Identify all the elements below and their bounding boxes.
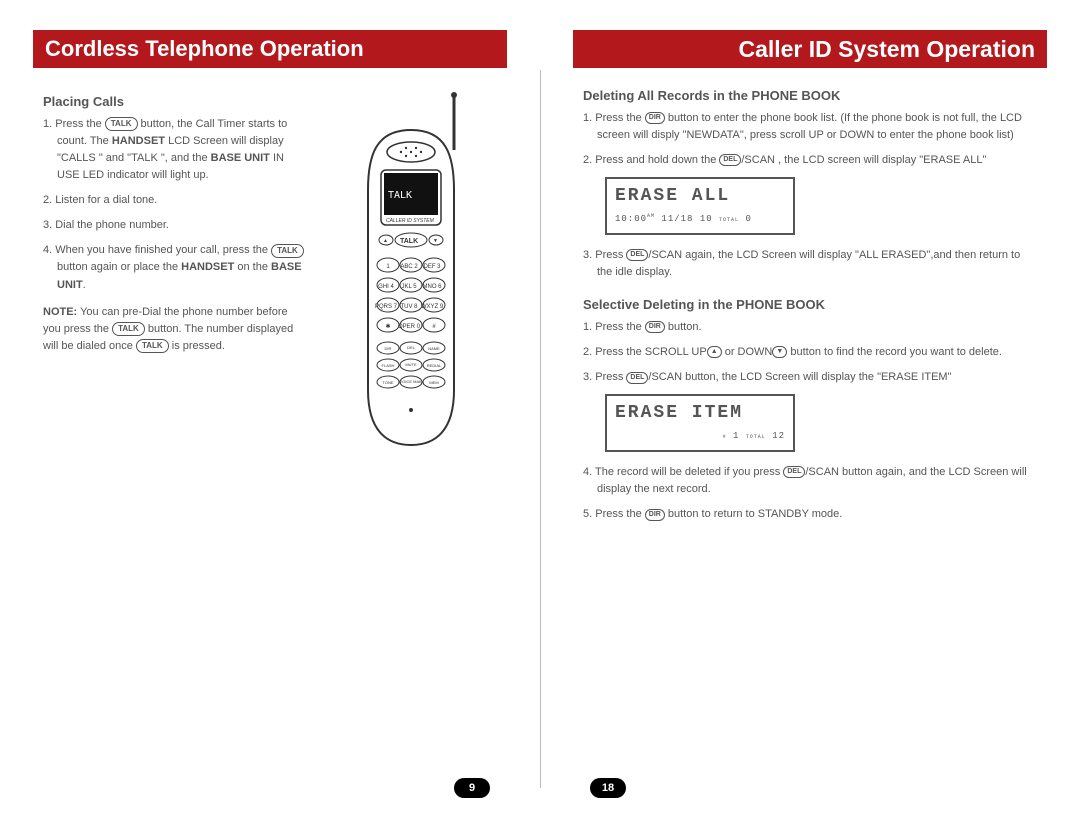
lcd1-line1: ERASE ALL — [615, 183, 785, 211]
sec1-step3: 3. Press DEL/SCAN again, the LCD Screen … — [583, 247, 1037, 281]
step-4: 4. When you have finished your call, pre… — [43, 242, 306, 293]
dir-button-icon: DIR — [645, 509, 665, 521]
del-button-icon: DEL — [783, 466, 805, 478]
placing-calls-heading: Placing Calls — [43, 92, 306, 112]
sec2-step4: 4. The record will be deleted if you pre… — [583, 464, 1037, 498]
svg-text:VOICE MAIL: VOICE MAIL — [399, 379, 423, 384]
page-divider — [540, 70, 541, 788]
svg-text:DEL: DEL — [407, 345, 416, 350]
lcd2-line2: # 1 TOTAL 12 — [615, 430, 785, 444]
del-button-icon: DEL — [626, 372, 648, 384]
svg-text:✱: ✱ — [385, 323, 390, 330]
svg-text:WXYZ 9: WXYZ 9 — [420, 304, 443, 310]
svg-text:TUV 8: TUV 8 — [400, 304, 418, 310]
lcd-erase-item: ERASE ITEM # 1 TOTAL 12 — [605, 394, 795, 452]
sec2-step3: 3. Press DEL/SCAN button, the LCD Screen… — [583, 369, 1037, 386]
left-header-text: Cordless Telephone Operation — [45, 36, 364, 62]
svg-text:ABC 2: ABC 2 — [400, 264, 418, 270]
sec2-step2: 2. Press the SCROLL UP▲ or DOWN▼ button … — [583, 344, 1037, 361]
svg-text:MEM: MEM — [429, 380, 438, 385]
svg-text:TALK: TALK — [388, 190, 412, 201]
page-number-left: 9 — [454, 778, 490, 798]
sec1-step2: 2. Press and hold down the DEL/SCAN , th… — [583, 152, 1037, 169]
sec2-step5: 5. Press the DIR button to return to STA… — [583, 506, 1037, 523]
svg-text:▲: ▲ — [383, 238, 388, 244]
svg-text:DEF 3: DEF 3 — [423, 264, 441, 270]
right-header-text: Caller ID System Operation — [738, 36, 1035, 63]
step-2: 2. Listen for a dial tone. — [43, 192, 306, 209]
svg-text:PQRS 7: PQRS 7 — [375, 304, 398, 310]
note: NOTE: You can pre-Dial the phone number … — [43, 304, 306, 355]
svg-text:JKL 5: JKL 5 — [401, 284, 417, 290]
scroll-up-icon: ▲ — [707, 346, 722, 358]
svg-text:FLASH: FLASH — [381, 363, 394, 368]
svg-text:CALLER ID SYSTEM: CALLER ID SYSTEM — [386, 218, 435, 224]
lcd1-line2: 10:00AM 11/18 10 TOTAL 0 — [615, 213, 785, 227]
step-3: 3. Dial the phone number. — [43, 217, 306, 234]
page-number-right: 18 — [590, 778, 626, 798]
del-button-icon: DEL — [626, 249, 648, 261]
sec2-heading: Selective Deleting in the PHONE BOOK — [583, 295, 1037, 315]
right-page: Caller ID System Operation Deleting All … — [540, 0, 1080, 818]
svg-text:▼: ▼ — [433, 238, 438, 244]
talk-button-icon: TALK — [271, 244, 304, 258]
svg-text:MUTE: MUTE — [405, 362, 417, 367]
left-header: Cordless Telephone Operation — [33, 30, 507, 68]
sec1-heading: Deleting All Records in the PHONE BOOK — [583, 86, 1037, 106]
step-1: 1. Press the TALK button, the Call Timer… — [43, 116, 306, 184]
left-page: Cordless Telephone Operation Placing Cal… — [0, 0, 540, 818]
lcd-erase-all: ERASE ALL 10:00AM 11/18 10 TOTAL 0 — [605, 177, 795, 235]
svg-text:TALK: TALK — [400, 238, 418, 245]
svg-text:MNO 6: MNO 6 — [422, 284, 442, 290]
svg-text:OPER 0: OPER 0 — [398, 324, 421, 330]
talk-button-icon: TALK — [112, 322, 145, 336]
handset-illustration: TALK CALLER ID SYSTEM TALK ▲ ▼ — [346, 90, 476, 450]
svg-text:GHI 4: GHI 4 — [378, 284, 394, 290]
svg-text:REDIAL: REDIAL — [426, 363, 441, 368]
svg-text:DIR: DIR — [384, 346, 391, 351]
dir-button-icon: DIR — [645, 321, 665, 333]
del-button-icon: DEL — [719, 154, 741, 166]
sec2-step1: 1. Press the DIR button. — [583, 319, 1037, 336]
talk-button-icon: TALK — [105, 117, 138, 131]
svg-text:NAME: NAME — [428, 346, 440, 351]
right-header: Caller ID System Operation — [573, 30, 1047, 68]
sec1-step1: 1. Press the DIR button to enter the pho… — [583, 110, 1037, 144]
svg-text:TONE: TONE — [382, 380, 393, 385]
lcd2-line1: ERASE ITEM — [615, 400, 785, 428]
dir-button-icon: DIR — [645, 112, 665, 124]
scroll-down-icon: ▼ — [772, 346, 787, 358]
talk-button-icon: TALK — [136, 339, 169, 353]
